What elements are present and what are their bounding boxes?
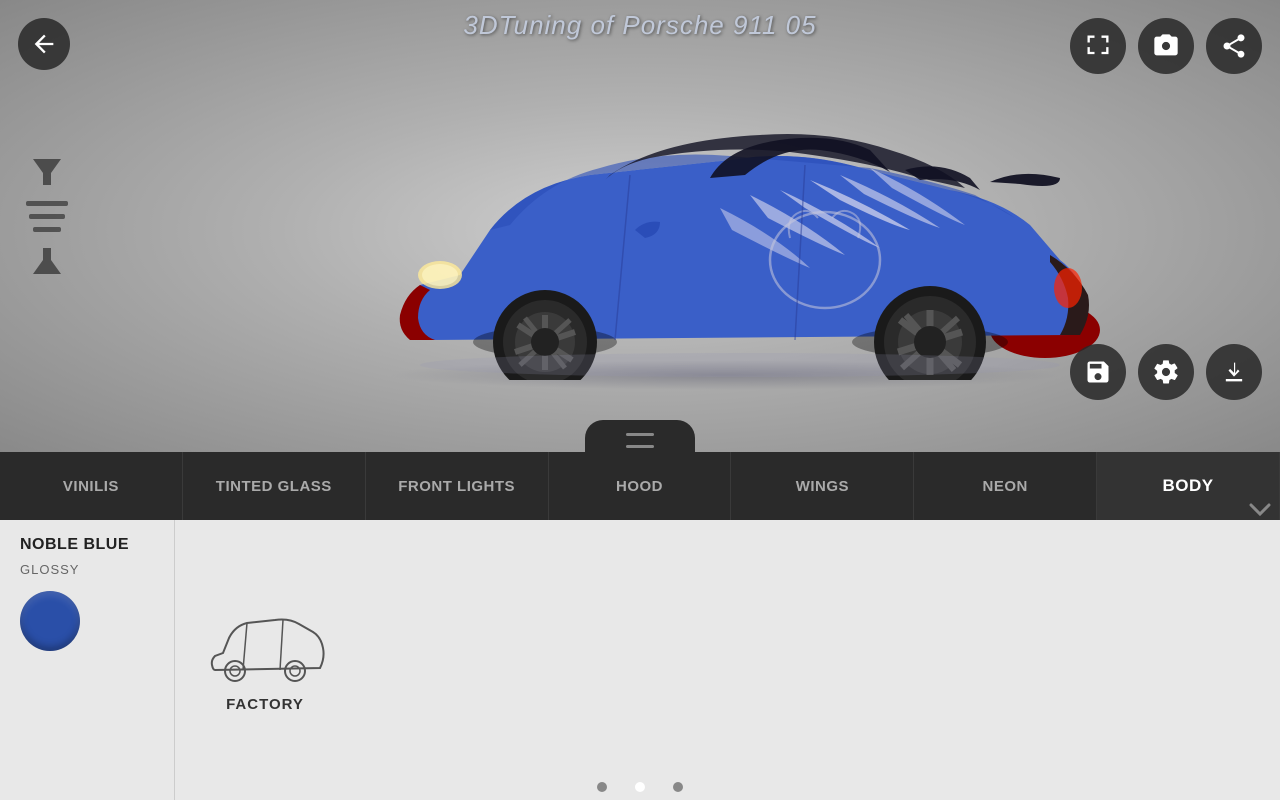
camera-button[interactable] <box>1138 18 1194 74</box>
left-toolbar[interactable] <box>25 149 69 284</box>
filter-bottom-icon <box>25 240 69 284</box>
toolbar-line-3 <box>33 227 61 232</box>
toolbar-line-1 <box>26 201 68 206</box>
color-panel: NOBLE BLUE GLOSSY <box>0 520 175 800</box>
body-dropdown-chevron[interactable] <box>1240 503 1280 520</box>
car-svg <box>350 100 1100 380</box>
tab-wings[interactable]: WINGS <box>731 452 914 520</box>
parts-panel: FACTORY <box>175 520 1280 800</box>
share-icon <box>1220 32 1248 60</box>
tab-front-lights[interactable]: FRONT LIGHTS <box>366 452 549 520</box>
app-title: 3DTuning of Porsche 911 05 <box>463 10 816 41</box>
color-finish: GLOSSY <box>20 562 79 577</box>
back-button[interactable] <box>18 18 70 70</box>
drag-line-2 <box>626 445 654 448</box>
share-button[interactable] <box>1206 18 1262 74</box>
fullscreen-icon <box>1084 32 1112 60</box>
bottom-content: NOBLE BLUE GLOSSY FACTORY <box>0 520 1280 800</box>
color-name: NOBLE BLUE <box>20 536 129 554</box>
drag-handle[interactable] <box>585 420 695 460</box>
top-right-buttons <box>1070 18 1262 74</box>
car-viewer: 3DTuning of Porsche 911 05 <box>0 0 1280 460</box>
tab-hood[interactable]: HOOD <box>549 452 732 520</box>
car-image <box>350 100 1100 400</box>
drag-line-1 <box>626 433 654 436</box>
color-swatch[interactable] <box>20 591 80 651</box>
tab-vinilis[interactable]: VINILIS <box>0 452 183 520</box>
car-body-outline <box>205 610 325 685</box>
indicator-dots <box>597 782 683 792</box>
filter-top-icon <box>25 149 69 193</box>
part-factory[interactable]: FACTORY <box>205 608 325 713</box>
settings-icon <box>1152 358 1180 386</box>
bottom-right-buttons <box>1070 344 1262 400</box>
dot-3 <box>673 782 683 792</box>
toolbar-line-2 <box>29 214 65 219</box>
back-icon <box>30 30 58 58</box>
camera-icon <box>1152 32 1180 60</box>
tab-neon[interactable]: NEON <box>914 452 1097 520</box>
nav-tabs: VINILIS TINTED GLASS FRONT LIGHTS HOOD W… <box>0 452 1280 520</box>
chevron-down-icon <box>1249 503 1271 517</box>
tab-tinted-glass[interactable]: TINTED GLASS <box>183 452 366 520</box>
save-button[interactable] <box>1070 344 1126 400</box>
fullscreen-button[interactable] <box>1070 18 1126 74</box>
part-factory-label: FACTORY <box>226 696 304 713</box>
dot-2 <box>635 782 645 792</box>
part-factory-icon <box>205 608 325 688</box>
settings-button[interactable] <box>1138 344 1194 400</box>
save-icon <box>1084 358 1112 386</box>
drag-handle-lines <box>626 433 654 448</box>
download-icon <box>1220 358 1248 386</box>
dot-1 <box>597 782 607 792</box>
download-button[interactable] <box>1206 344 1262 400</box>
